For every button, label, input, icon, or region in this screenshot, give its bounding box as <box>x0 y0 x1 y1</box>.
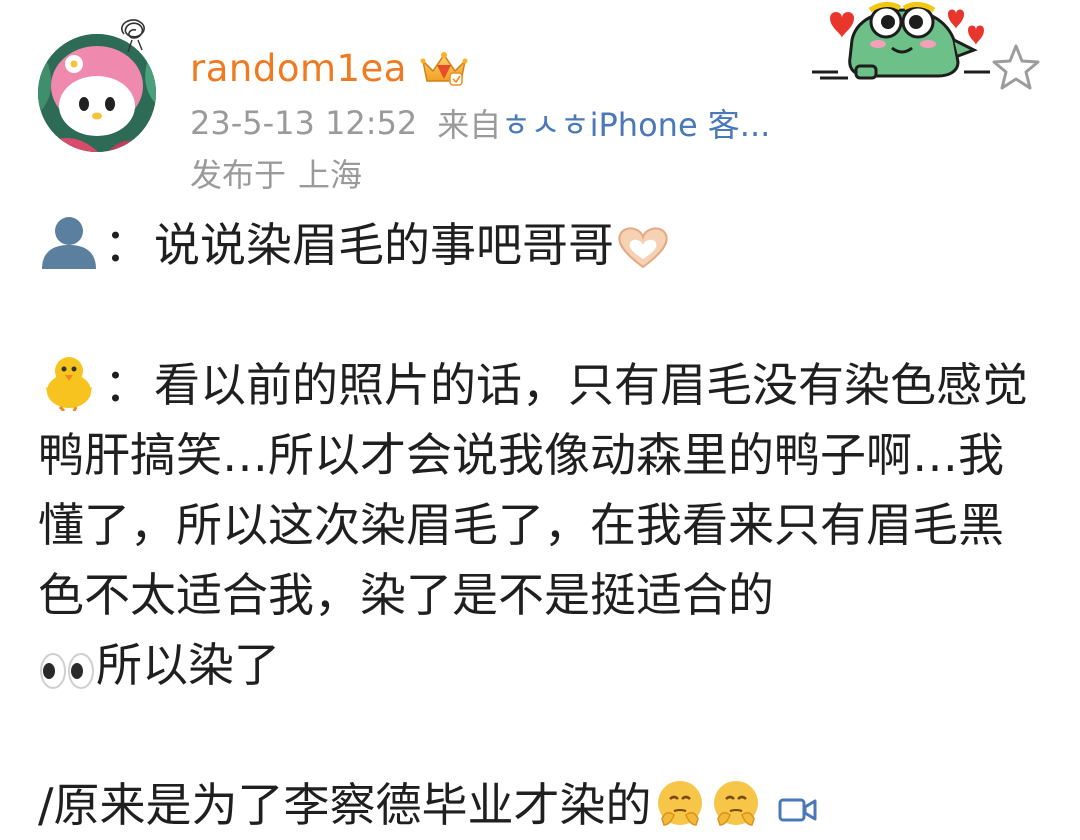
location-prefix: 发布于 <box>190 156 287 194</box>
dinosaur-sticker-icon <box>812 2 990 80</box>
shy-face-icon <box>713 781 758 826</box>
source-prefix: 来自 <box>437 106 502 144</box>
video-camera-icon[interactable] <box>778 795 818 825</box>
heart-hands-icon <box>618 227 668 269</box>
username-row: random1ea <box>190 44 471 94</box>
note-text: /原来是为了李察德毕业才染的 <box>38 778 652 832</box>
star-outline-icon[interactable] <box>988 40 1044 96</box>
chick-icon <box>46 357 92 411</box>
post-meta: 23-5-13 12:52 来自 ㅎㅅㅎiPhone 客... <box>190 100 770 146</box>
bust-silhouette-icon <box>42 217 96 269</box>
answer-text-tail: 所以染了 <box>96 638 280 692</box>
post-content: ：说说染眉毛的事吧哥哥 ：看以前的照片的话，只有眉毛没有染色感觉鸭肝搞笑…所以才… <box>38 210 1048 840</box>
crown-badge-icon[interactable] <box>417 47 471 91</box>
location-value: 上海 <box>298 156 363 194</box>
answer-separator: ： <box>104 358 150 412</box>
shy-face-icon <box>657 781 702 826</box>
question-line: ：说说染眉毛的事吧哥哥 <box>38 210 1048 280</box>
question-text: 说说染眉毛的事吧哥哥 <box>154 218 614 272</box>
avatar[interactable] <box>36 14 176 154</box>
answer-paragraph: ：看以前的照片的话，只有眉毛没有染色感觉鸭肝搞笑…所以才会说我像动森里的鸭子啊…… <box>38 350 1048 700</box>
note-line: /原来是为了李察德毕业才染的 <box>38 770 1048 840</box>
username[interactable]: random1ea <box>190 44 407 94</box>
question-separator: ： <box>104 218 150 272</box>
answer-text: 看以前的照片的话，只有眉毛没有染色感觉鸭肝搞笑…所以才会说我像动森里的鸭子啊…我… <box>38 358 1028 622</box>
post-header: random1ea 23-5-13 12:52 来自 ㅎㅅㅎiPhone 客..… <box>0 0 1080 200</box>
source-link[interactable]: ㅎㅅㅎiPhone 客... <box>501 100 770 146</box>
post-time: 23-5-13 12:52 <box>190 104 418 142</box>
eyes-icon <box>40 653 94 689</box>
scribble-icon <box>121 19 145 53</box>
post-location: 发布于 上海 <box>190 150 362 196</box>
